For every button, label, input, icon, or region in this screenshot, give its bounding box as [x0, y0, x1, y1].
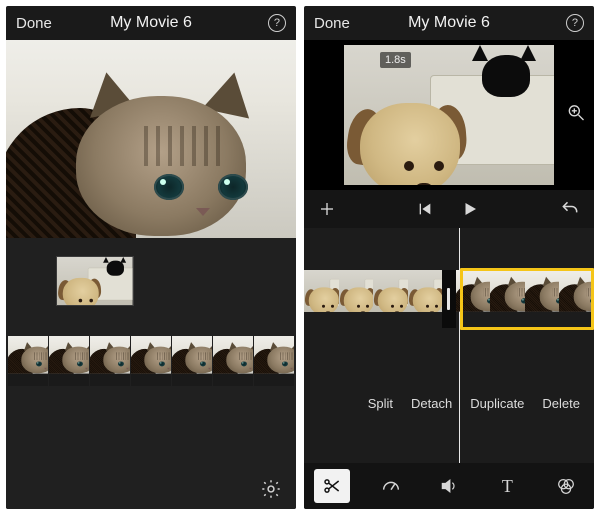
timeline-frame: [172, 336, 212, 386]
undo-button[interactable]: [560, 199, 580, 219]
timeline-frame: [213, 336, 253, 386]
screen-left-media-picker: Done My Movie 6 ?: [6, 6, 296, 509]
header: Done My Movie 6 ?: [6, 6, 296, 40]
timeline-editor[interactable]: Split Detach Duplicate Delete: [304, 228, 594, 463]
scissors-icon: [322, 476, 342, 496]
help-button[interactable]: ?: [538, 14, 584, 32]
shelf-spacer: [6, 386, 296, 469]
project-title: My Movie 6: [110, 14, 192, 32]
delete-action[interactable]: Delete: [542, 396, 580, 411]
clip-actions-row: Split Detach Duplicate Delete: [304, 396, 594, 411]
done-button[interactable]: Done: [16, 15, 62, 32]
transport-bar: [304, 190, 594, 228]
preview-frame-dog: [344, 45, 554, 185]
screen-right-clip-editor: Done My Movie 6 ? 1.8s: [304, 6, 594, 509]
text-icon: T: [502, 476, 513, 497]
plus-icon: [318, 200, 336, 218]
clip-duration-badge: 1.8s: [380, 52, 411, 68]
gear-icon: [260, 478, 282, 500]
timeline-frame: [254, 336, 294, 386]
project-settings-button[interactable]: [260, 478, 282, 500]
clip-frame: [559, 270, 594, 328]
preview-viewer[interactable]: [6, 40, 296, 238]
timeline-frame: [8, 336, 48, 386]
bottom-toolbar: [6, 469, 296, 509]
magnify-icon: [566, 103, 586, 123]
go-to-start-button[interactable]: [417, 201, 433, 217]
done-button[interactable]: Done: [314, 15, 360, 32]
timeline-frame: [90, 336, 130, 386]
project-title: My Movie 6: [408, 14, 490, 32]
clip-frame: [408, 270, 443, 328]
header: Done My Movie 6 ?: [304, 6, 594, 40]
tool-scissors[interactable]: [314, 469, 350, 503]
timeline-strip[interactable]: [6, 336, 296, 386]
play-button[interactable]: [461, 200, 479, 218]
clip-frame: [490, 270, 525, 328]
volume-icon: [439, 476, 459, 496]
help-button[interactable]: ?: [240, 14, 286, 32]
filters-icon: [555, 475, 577, 497]
add-media-button[interactable]: [318, 200, 336, 218]
clip-frame: [304, 270, 339, 328]
help-icon: ?: [268, 14, 286, 32]
detach-action[interactable]: Detach: [411, 396, 452, 411]
timeline-frame: [49, 336, 89, 386]
clip-track[interactable]: [304, 270, 594, 328]
media-thumb-dog-clip[interactable]: [56, 256, 134, 306]
tool-titles[interactable]: T: [489, 469, 525, 503]
inspector-toolrow: T: [304, 463, 594, 509]
tool-filters[interactable]: [548, 469, 584, 503]
clip-frame: [339, 270, 374, 328]
undo-icon: [560, 199, 580, 219]
timeline-frame: [131, 336, 171, 386]
playhead[interactable]: [459, 228, 460, 463]
play-icon: [461, 200, 479, 218]
duplicate-action[interactable]: Duplicate: [470, 396, 524, 411]
help-icon: ?: [566, 14, 584, 32]
split-action[interactable]: Split: [368, 396, 393, 411]
speedometer-icon: [380, 475, 402, 497]
clip-frame: [373, 270, 408, 328]
skip-back-icon: [417, 201, 433, 217]
transition-marker[interactable]: [442, 270, 455, 328]
clip-frame: [525, 270, 560, 328]
preview-frame-cat: [6, 40, 296, 238]
tool-volume[interactable]: [431, 469, 467, 503]
tool-speed[interactable]: [372, 469, 408, 503]
zoom-button[interactable]: [566, 103, 586, 128]
clip-frame: [456, 270, 491, 328]
media-browser: [6, 238, 296, 509]
preview-viewer[interactable]: 1.8s: [304, 40, 594, 190]
